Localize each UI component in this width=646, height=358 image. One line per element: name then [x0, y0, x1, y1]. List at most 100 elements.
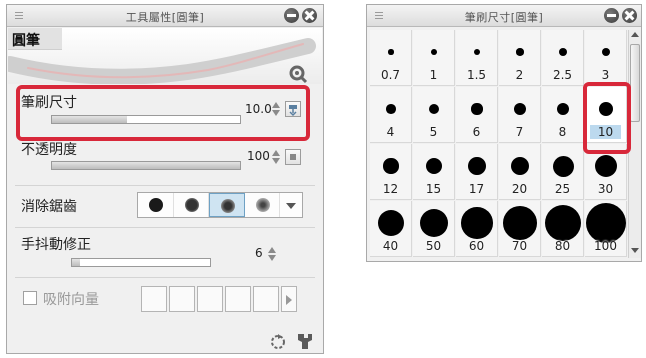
opacity-slider[interactable]	[51, 161, 241, 170]
snap-more-button[interactable]	[281, 286, 297, 312]
brush-size-cell[interactable]: 80	[542, 201, 584, 257]
stabilization-value[interactable]: 6	[255, 246, 263, 260]
brush-size-label: 70	[511, 239, 528, 253]
brush-size-label: 20	[511, 182, 528, 196]
brush-size-label: 6	[472, 125, 481, 139]
brush-size-cell[interactable]: 40	[370, 201, 412, 257]
soft-dot-icon	[184, 198, 199, 212]
opacity-spinner[interactable]	[271, 149, 281, 165]
brush-size-dot	[503, 206, 537, 240]
brush-size-dot	[473, 48, 481, 56]
brush-size-cell[interactable]: 20	[499, 144, 541, 200]
square-icon	[290, 154, 296, 160]
brush-size-cell[interactable]: 1.5	[456, 30, 498, 86]
brush-size-cell[interactable]: 6	[456, 87, 498, 143]
opacity-pressure-button[interactable]	[285, 149, 301, 165]
brush-size-label: 4	[386, 125, 395, 139]
brush-size-cell[interactable]: 7	[499, 87, 541, 143]
brush-size-label: 50	[425, 239, 442, 253]
tool-panel-titlebar[interactable]: 工具屬性[圓筆]	[7, 5, 323, 27]
selected-size-highlight	[583, 82, 631, 154]
brush-size-label: 12	[382, 182, 399, 196]
snap-option-box[interactable]	[225, 286, 251, 312]
stabilization-slider-fill	[72, 259, 81, 266]
opacity-value[interactable]: 100	[247, 149, 270, 163]
minimize-icon[interactable]	[604, 8, 619, 23]
snap-option-box[interactable]	[253, 286, 279, 312]
brush-size-cell[interactable]: 50	[413, 201, 455, 257]
brush-size-label: 7	[515, 125, 524, 139]
brush-size-label: 40	[382, 239, 399, 253]
brush-size-dot	[586, 203, 626, 243]
anti-alias-dropdown-icon[interactable]	[280, 193, 302, 217]
brush-size-dot	[377, 209, 404, 236]
brush-size-label: 17	[468, 182, 485, 196]
brush-size-dot	[556, 102, 570, 116]
size-panel-title: 筆刷尺寸[圓筆]	[464, 11, 544, 24]
tool-property-panel: 工具屬性[圓筆] 圓筆 筆刷尺寸 10.0 不透明度 100 消除鋸齒 手抖動修…	[6, 4, 324, 354]
brush-size-dot	[419, 208, 449, 238]
play-arrow-icon	[286, 295, 292, 305]
brush-size-cell[interactable]: 8	[542, 87, 584, 143]
brush-size-label: 0.7	[380, 68, 401, 82]
size-panel-titlebar[interactable]: 筆刷尺寸[圓筆]	[367, 5, 641, 27]
brush-size-cell[interactable]: 17	[456, 144, 498, 200]
snap-option-box[interactable]	[141, 286, 167, 312]
brush-size-dot	[601, 47, 611, 57]
brush-size-cell[interactable]: 15	[413, 144, 455, 200]
snap-option-box[interactable]	[197, 286, 223, 312]
brush-size-dot	[468, 157, 486, 175]
anti-alias-weak-option[interactable]	[174, 193, 210, 217]
brush-size-dot	[388, 49, 394, 55]
settings-gear-icon[interactable]	[288, 64, 308, 84]
brush-size-cell[interactable]: 100	[585, 201, 627, 257]
brush-size-cell[interactable]: 2.5	[542, 30, 584, 86]
snap-label: 吸附向量	[43, 292, 99, 308]
stabilization-label: 手抖動修正	[21, 237, 91, 253]
anti-alias-none-option[interactable]	[138, 193, 174, 217]
softer-dot-icon	[221, 199, 236, 213]
brush-size-highlight	[16, 85, 310, 141]
brush-size-cell[interactable]: 3	[585, 30, 627, 86]
snap-row: 吸附向量	[15, 277, 315, 319]
brush-size-cell[interactable]: 5	[413, 87, 455, 143]
softest-dot-icon	[255, 198, 270, 212]
brush-size-cell[interactable]: 1	[413, 30, 455, 86]
opacity-slider-fill	[52, 162, 240, 169]
brush-size-cell[interactable]: 12	[370, 144, 412, 200]
close-icon[interactable]	[622, 8, 637, 23]
anti-alias-selector	[137, 192, 303, 218]
brush-size-dot	[513, 102, 527, 116]
brush-size-label: 1.5	[466, 68, 487, 82]
scroll-down-icon[interactable]	[631, 245, 640, 255]
brush-size-cell[interactable]: 60	[456, 201, 498, 257]
wrench-icon[interactable]	[295, 331, 315, 351]
brush-size-dot	[516, 48, 524, 56]
close-icon[interactable]	[302, 8, 317, 23]
stabilization-slider[interactable]	[71, 258, 211, 267]
brush-size-cell[interactable]: 2	[499, 30, 541, 86]
brush-size-label: 100	[594, 239, 617, 253]
brush-size-dot	[425, 157, 443, 175]
brush-size-cell[interactable]: 25	[542, 144, 584, 200]
minimize-icon[interactable]	[284, 8, 299, 23]
scroll-thumb[interactable]	[630, 44, 640, 122]
snap-option-box[interactable]	[169, 286, 195, 312]
brush-size-cell[interactable]: 4	[370, 87, 412, 143]
brush-size-cell[interactable]: 70	[499, 201, 541, 257]
stabilization-spinner[interactable]	[267, 246, 277, 262]
anti-alias-strong-option[interactable]	[245, 193, 281, 217]
brush-size-cell[interactable]: 0.7	[370, 30, 412, 86]
brush-size-label: 80	[554, 239, 571, 253]
brush-preview-area: 圓筆	[8, 28, 322, 84]
tool-panel-title: 工具屬性[圓筆]	[125, 11, 205, 24]
reset-icon[interactable]	[269, 333, 287, 351]
anti-alias-row: 消除鋸齒	[15, 185, 315, 225]
snap-checkbox[interactable]	[23, 291, 37, 305]
scroll-up-icon[interactable]	[631, 30, 640, 40]
brush-size-label: 1	[429, 68, 438, 82]
anti-alias-medium-option[interactable]	[209, 193, 245, 217]
brush-size-label: 5	[429, 125, 438, 139]
brush-size-label: 2.5	[552, 68, 573, 82]
brush-size-label: 8	[558, 125, 567, 139]
